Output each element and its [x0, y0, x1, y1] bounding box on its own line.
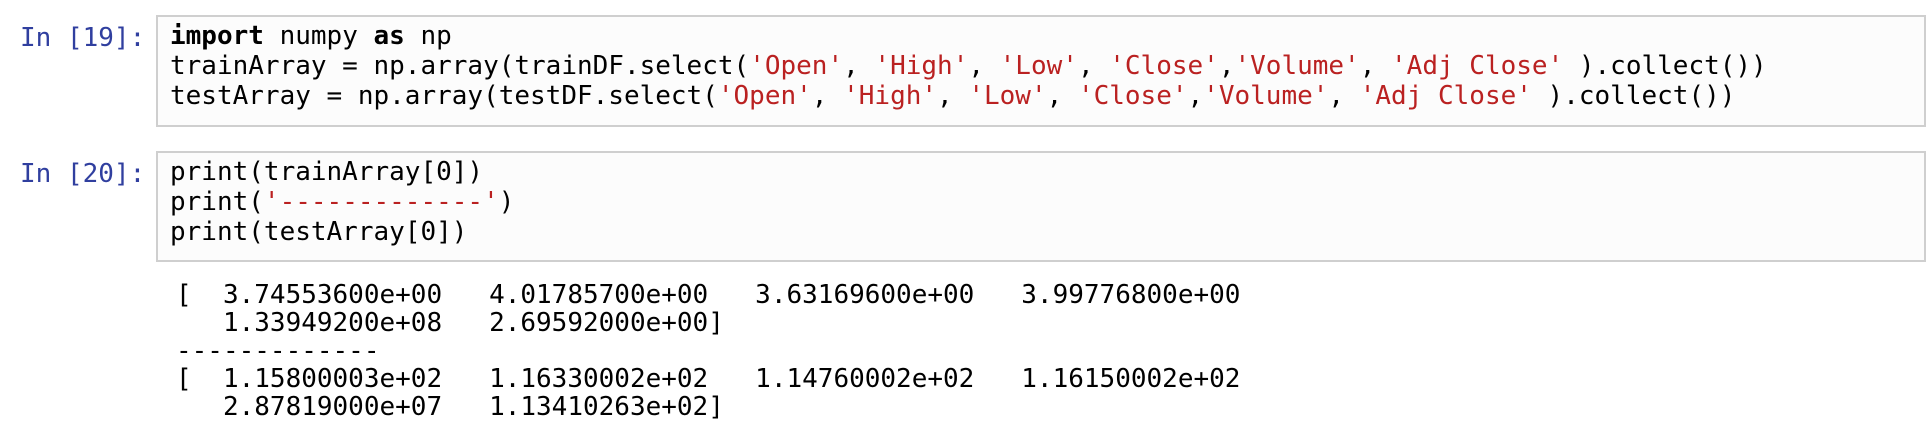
string-token: 'Open': [717, 81, 812, 111]
string-token: 'Adj Close': [1391, 51, 1564, 81]
code-token: ,: [1328, 81, 1360, 111]
code-token: ): [498, 187, 515, 217]
code-token: print(testArray[0]): [170, 217, 468, 247]
code-token: trainArray = np.array(trainDF.select(: [170, 51, 750, 81]
code-line: trainArray = np.array(trainDF.select('Op…: [170, 51, 1767, 81]
code-line: import numpy as np: [170, 21, 1767, 51]
string-token: '-------------': [263, 187, 499, 217]
cell-prompt: In [20]:: [20, 159, 146, 189]
code-token: print(trainArray[0]): [170, 157, 484, 187]
code-token: ,: [1359, 51, 1392, 81]
string-token: 'Low': [999, 51, 1078, 81]
code-line: print(trainArray[0]): [170, 157, 514, 187]
code-editor[interactable]: print(trainArray[0]) print('-------------…: [170, 157, 514, 247]
code-line: testArray = np.array(testDF.select('Open…: [170, 81, 1767, 111]
code-token: np: [404, 21, 452, 51]
code-input[interactable]: print(trainArray[0]) print('-------------…: [156, 151, 1926, 262]
keyword-token: import: [170, 21, 264, 51]
string-token: 'High': [874, 51, 969, 81]
string-token: 'Volume': [1203, 81, 1329, 111]
code-token: ,: [1187, 81, 1204, 111]
code-token: ,: [1077, 51, 1110, 81]
code-line: print('-------------'): [170, 187, 514, 217]
code-token: numpy: [263, 21, 374, 51]
code-line: print(testArray[0]): [170, 217, 514, 247]
code-editor[interactable]: import numpy as np trainArray = np.array(…: [170, 21, 1767, 111]
string-token: 'Close': [1109, 51, 1219, 81]
code-token: ,: [1046, 81, 1078, 111]
code-token: ,: [1218, 51, 1235, 81]
code-token: testArray = np.array(testDF.select(: [170, 81, 718, 111]
string-token: 'Low': [968, 81, 1047, 111]
string-token: 'Close': [1077, 81, 1188, 111]
code-token: ,: [811, 81, 844, 111]
code-token: print(: [170, 187, 264, 217]
string-token: 'Volume': [1234, 51, 1360, 81]
code-token: ,: [843, 51, 875, 81]
code-input[interactable]: import numpy as np trainArray = np.array(…: [156, 15, 1926, 127]
string-token: 'High': [843, 81, 938, 111]
string-token: 'Adj Close': [1359, 81, 1532, 111]
code-token: ,: [968, 51, 1000, 81]
code-token: ).collect()): [1531, 81, 1736, 111]
string-token: 'Open': [749, 51, 844, 81]
code-token: ).collect()): [1563, 51, 1767, 81]
cell-output: [ 3.74553600e+00 4.01785700e+00 3.631696…: [176, 280, 1241, 422]
keyword-token: as: [373, 21, 405, 51]
code-token: ,: [937, 81, 969, 111]
cell-prompt: In [19]:: [20, 23, 146, 53]
